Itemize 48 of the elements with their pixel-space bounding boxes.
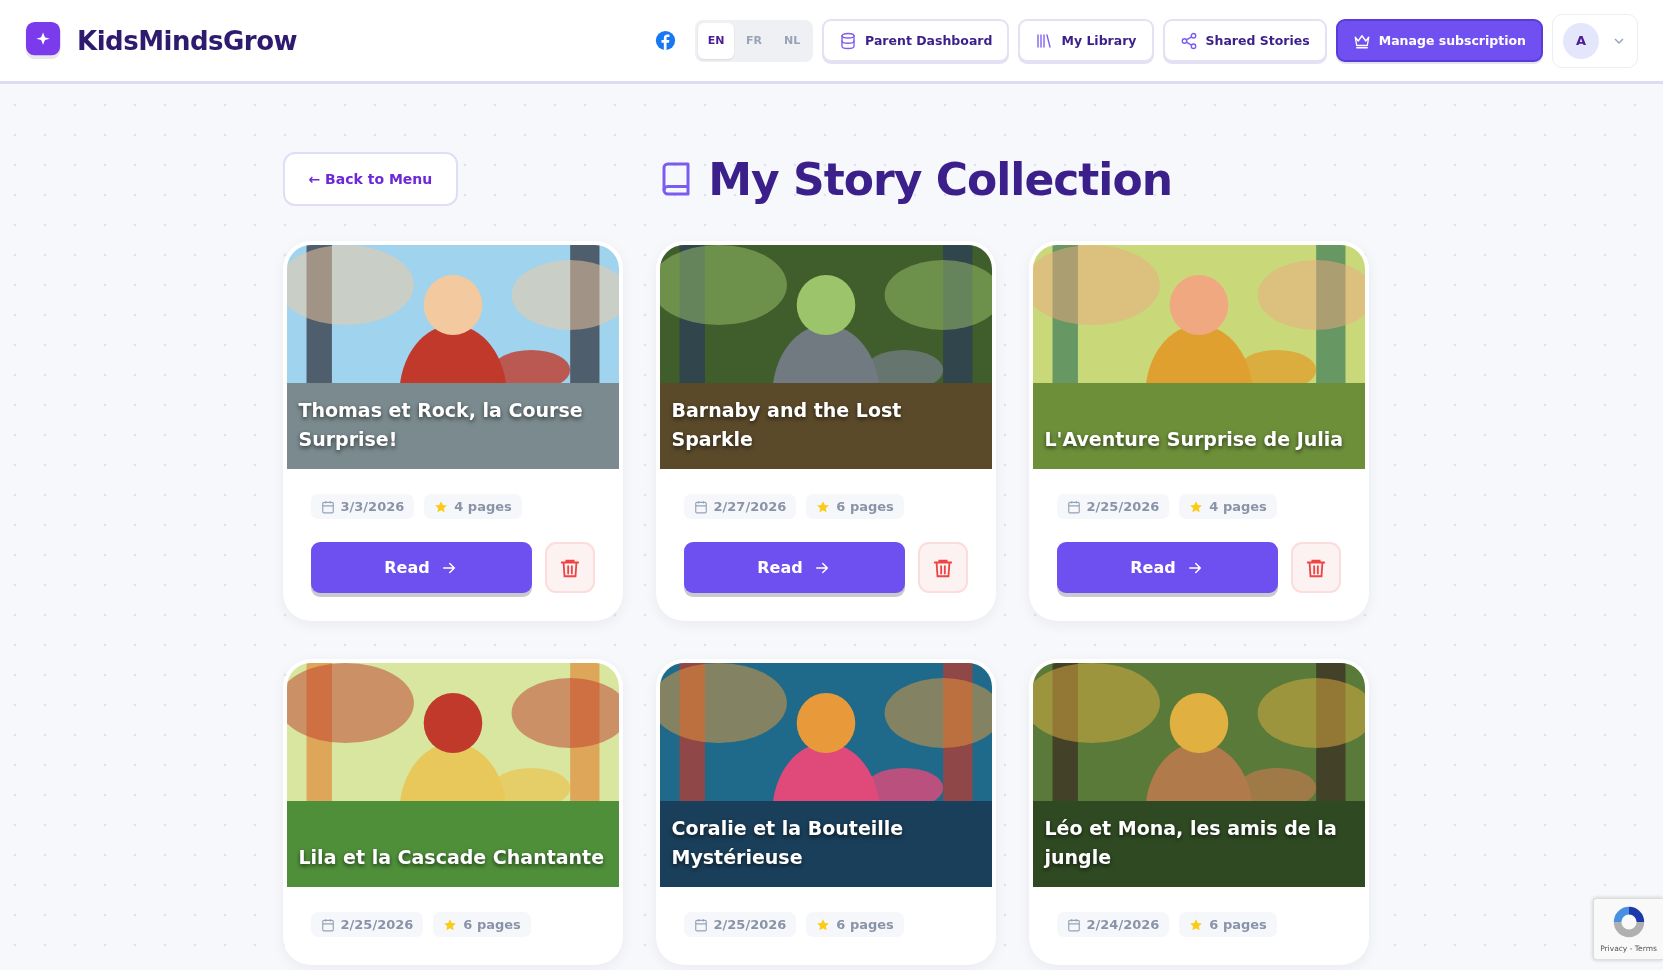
story-title: Coralie et la Bouteille Mystérieuse	[671, 816, 905, 870]
delete-button[interactable]	[917, 542, 968, 593]
nav-button[interactable]: Manage subscription	[1335, 19, 1543, 62]
calendar-icon	[320, 499, 335, 514]
language-tab[interactable]: EN	[698, 22, 735, 59]
story-title: Léo et Mona, les amis de la jungle	[1044, 816, 1338, 870]
logo-icon	[25, 19, 63, 62]
facebook-icon[interactable]	[655, 30, 677, 51]
page-count: 4 pages	[454, 499, 512, 514]
nav-button[interactable]: Shared Stories	[1162, 19, 1327, 62]
page-count: 6 pages	[836, 917, 894, 932]
star-icon	[816, 917, 831, 932]
calendar-icon	[693, 499, 708, 514]
nav-button[interactable]: My Library	[1018, 19, 1154, 62]
star-icon	[1189, 917, 1204, 932]
user-menu[interactable]: A	[1552, 13, 1638, 68]
page-count: 6 pages	[836, 499, 894, 514]
page-count: 6 pages	[1209, 917, 1267, 932]
page-count: 4 pages	[1209, 499, 1267, 514]
story-date: 2/25/2026	[713, 917, 787, 932]
story-date: 2/24/2026	[1086, 917, 1160, 932]
story-date: 3/3/2026	[340, 499, 405, 514]
delete-button[interactable]	[1290, 542, 1341, 593]
story-title: Barnaby and the Lost Sparkle	[671, 398, 903, 452]
star-icon	[816, 499, 831, 514]
story-title: Thomas et Rock, la Course Surprise!	[298, 398, 584, 452]
brand-name: KidsMindsGrow	[77, 25, 298, 56]
calendar-icon	[693, 917, 708, 932]
story-date: 2/25/2026	[340, 917, 414, 932]
star-icon	[1189, 499, 1204, 514]
share-icon	[1179, 31, 1198, 50]
calendar-icon	[1066, 917, 1081, 932]
page-title: My Story Collection	[708, 153, 1172, 205]
story-title: L'Aventure Surprise de Julia	[1044, 426, 1345, 452]
delete-button[interactable]	[544, 542, 595, 593]
story-title: Lila et la Cascade Chantante	[298, 844, 606, 870]
calendar-icon	[1066, 499, 1081, 514]
calendar-icon	[320, 917, 335, 932]
database-icon	[839, 31, 858, 50]
nav-button[interactable]: Parent Dashboard	[822, 19, 1010, 62]
story-date: 2/25/2026	[1086, 499, 1160, 514]
story-date: 2/27/2026	[713, 499, 787, 514]
page-count: 6 pages	[463, 917, 521, 932]
star-icon	[434, 499, 449, 514]
star-icon	[443, 917, 458, 932]
back-button[interactable]: ← Back to Menu	[282, 152, 459, 206]
books-icon	[1035, 31, 1054, 50]
user-avatar: A	[1563, 22, 1599, 59]
